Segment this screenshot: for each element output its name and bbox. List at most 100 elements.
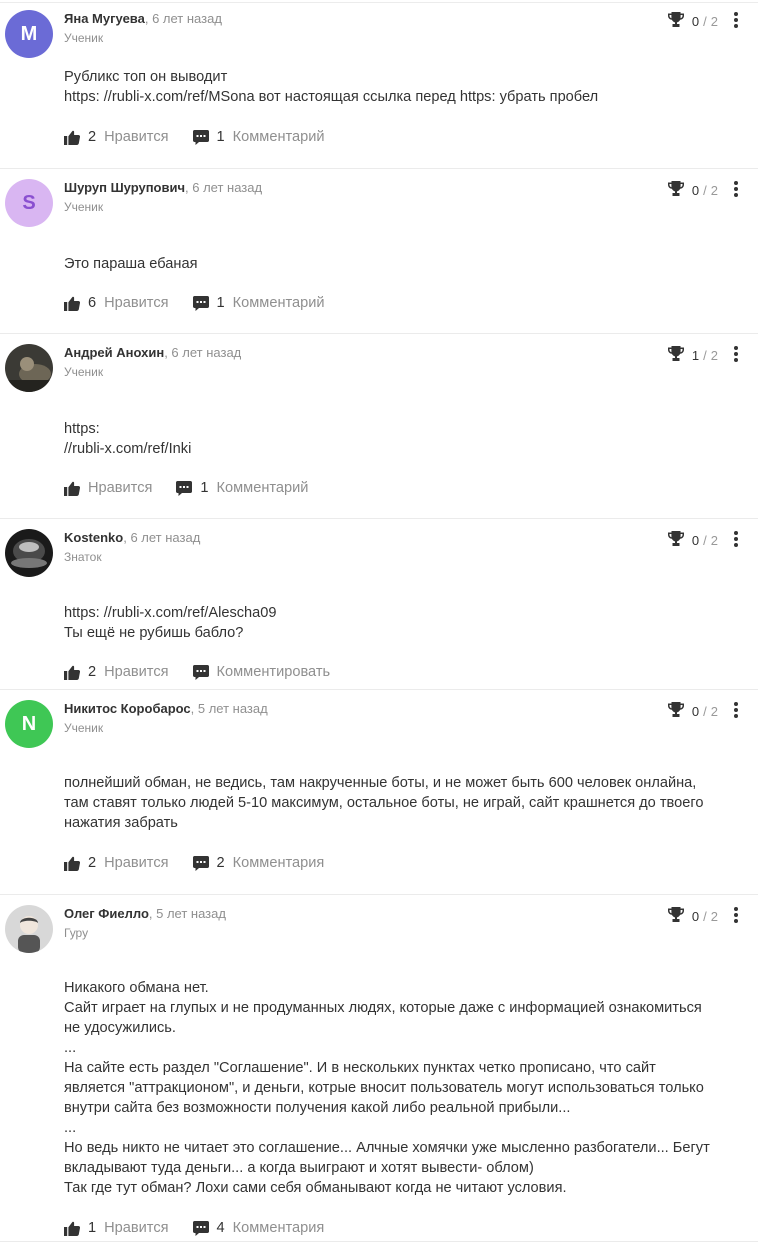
author-name[interactable]: Шуруп Шурупович — [64, 180, 185, 195]
like-count: 2 — [88, 664, 97, 680]
answer-text: Никакого обмана нет. Сайт играет на глупы… — [64, 978, 734, 1198]
answer-text-line: https: //rubli-x.com/ref/MSona вот насто… — [64, 89, 599, 105]
answer-text-line: является "аттракционом", и деньги, котры… — [64, 1080, 704, 1096]
answer-text-line: нажатия забрать — [64, 815, 178, 831]
best-answer-score[interactable]: 0 / 2 — [667, 181, 718, 199]
like-count: 2 — [88, 129, 97, 145]
answer-time: , 5 лет назад — [190, 701, 268, 716]
author-name[interactable]: Никитос Коробарос — [64, 701, 191, 716]
like-label: Нравится — [104, 1220, 169, 1236]
like-button[interactable]: 2 Нравится — [64, 664, 169, 680]
comments-button[interactable]: 1 Комментарий — [192, 295, 325, 311]
comment-icon — [192, 295, 209, 311]
best-answer-score[interactable]: 0 / 2 — [667, 907, 718, 925]
answer-time: , 6 лет назад — [123, 530, 201, 545]
answer-text-line: Рубликс топ он выводит — [64, 69, 228, 85]
answer-text-line: ... — [64, 1120, 77, 1136]
avatar[interactable]: S — [5, 179, 53, 227]
answer-text: https: //rubli-x.com/ref/Alescha09 Ты ещё… — [64, 603, 734, 643]
comment-count: 1 — [216, 129, 225, 145]
answer-text: https: //rubli-x.com/ref/Inki — [64, 419, 734, 459]
comments-button[interactable]: 2 Комментария — [192, 855, 324, 871]
more-options-icon[interactable] — [730, 180, 742, 198]
comments-button[interactable]: 1 Комментарий — [176, 480, 308, 496]
answer-item: Олег Фиелло, 5 лет назад Гуру 0 / 2 Ника… — [0, 895, 758, 1242]
like-button[interactable]: 2 Нравится — [64, 855, 169, 871]
more-options-icon[interactable] — [730, 906, 742, 924]
comment-label: Комментарий — [232, 295, 325, 311]
comment-count: 4 — [216, 1220, 225, 1236]
comments-button[interactable]: 1 Комментарий — [192, 129, 325, 145]
answer-item: N Никитос Коробарос, 5 лет назад Ученик … — [0, 690, 758, 895]
like-count: 6 — [88, 295, 97, 311]
trophy-icon — [667, 702, 684, 720]
more-options-icon[interactable] — [730, 345, 742, 363]
comment-count: 1 — [200, 480, 209, 496]
answer-time: , 6 лет назад — [185, 180, 263, 195]
answer-text-line: Ты ещё не рубишь бабло? — [64, 625, 244, 641]
answer-item: S Шуруп Шурупович, 6 лет назад Ученик 0 … — [0, 169, 758, 334]
like-label: Нравится — [104, 129, 169, 145]
author-name[interactable]: Kostenko — [64, 530, 123, 545]
like-count: 2 — [88, 855, 97, 871]
like-button[interactable]: 1 Нравится — [64, 1220, 169, 1236]
avatar[interactable]: M — [5, 10, 53, 58]
trophy-icon — [667, 181, 684, 199]
author-name[interactable]: Олег Фиелло — [64, 906, 149, 921]
more-options-icon[interactable] — [730, 11, 742, 29]
author-line: Олег Фиелло, 5 лет назад — [64, 906, 226, 921]
author-line: Андрей Анохин, 6 лет назад — [64, 345, 241, 360]
answer-actions: 1 Нравится 4 Комментария — [64, 1220, 324, 1236]
score-separator: / — [703, 347, 707, 363]
comment-count: 1 — [216, 295, 225, 311]
avatar-letter: S — [22, 191, 36, 214]
best-answer-score[interactable]: 0 / 2 — [667, 12, 718, 30]
answer-time: , 6 лет назад — [164, 345, 242, 360]
score-separator: / — [703, 13, 707, 29]
avatar[interactable] — [5, 529, 53, 577]
author-name[interactable]: Андрей Анохин — [64, 345, 164, 360]
author-rank: Ученик — [64, 365, 104, 379]
trophy-icon — [667, 346, 684, 364]
comments-button[interactable]: Комментировать — [192, 664, 331, 680]
answer-text-line: вкладывают туда деньги... а когда выигра… — [64, 1160, 534, 1176]
author-rank: Ученик — [64, 721, 104, 735]
avatar[interactable] — [5, 905, 53, 953]
answer-text-line: ... — [64, 1040, 77, 1056]
score-max: 2 — [710, 182, 718, 198]
like-button[interactable]: 2 Нравится — [64, 129, 169, 145]
score-max: 2 — [710, 908, 718, 924]
like-button[interactable]: Нравится — [64, 480, 152, 496]
answer-text-line: не удосужились. — [64, 1020, 176, 1036]
more-options-icon[interactable] — [730, 530, 742, 548]
trophy-icon — [667, 531, 684, 549]
answer-actions: 2 Нравится Комментировать — [64, 664, 330, 680]
answer-text-line: внутри сайта без возможности получения к… — [64, 1100, 571, 1116]
answer-text-line: Сайт играет на глупых и не продуманных л… — [64, 1000, 702, 1016]
score-current: 0 — [691, 908, 700, 924]
best-answer-score[interactable]: 1 / 2 — [667, 346, 718, 364]
author-rank: Ученик — [64, 200, 104, 214]
answer-actions: Нравится 1 Комментарий — [64, 480, 308, 496]
author-rank: Ученик — [64, 31, 104, 45]
more-options-icon[interactable] — [730, 701, 742, 719]
best-answer-score[interactable]: 0 / 2 — [667, 531, 718, 549]
author-name[interactable]: Яна Мугуева — [64, 11, 145, 26]
comment-label: Комментарий — [232, 129, 325, 145]
like-button[interactable]: 6 Нравится — [64, 295, 169, 311]
avatar[interactable] — [5, 344, 53, 392]
answer-item: Андрей Анохин, 6 лет назад Ученик 1 / 2 … — [0, 334, 758, 519]
best-answer-score[interactable]: 0 / 2 — [667, 702, 718, 720]
comment-icon — [176, 480, 193, 496]
answer-text-line: На сайте есть раздел "Соглашение". И в н… — [64, 1060, 656, 1076]
score-current: 1 — [691, 347, 700, 363]
comment-label: Комментировать — [216, 664, 331, 680]
thumbs-up-icon — [64, 130, 80, 145]
answer-item: M Яна Мугуева, 6 лет назад Ученик 0 / 2 … — [0, 0, 758, 169]
thumbs-up-icon — [64, 856, 80, 871]
comments-button[interactable]: 4 Комментария — [192, 1220, 324, 1236]
answer-text: Это параша ебаная — [64, 254, 734, 274]
avatar[interactable]: N — [5, 700, 53, 748]
answer-text-line: Никакого обмана нет. — [64, 980, 209, 996]
thumbs-up-icon — [64, 1221, 80, 1236]
